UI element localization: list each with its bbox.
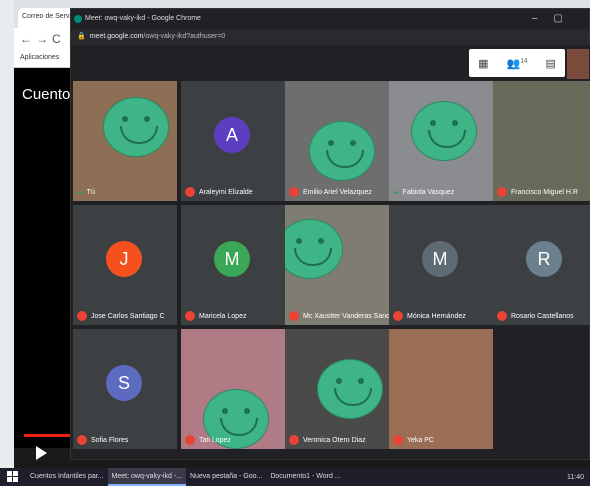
participant-name-label: Jose Carlos Santiago C — [77, 311, 165, 321]
participant-name-label: Francisco Miguel H.R — [497, 187, 578, 197]
participant-name: Tati Lopez — [199, 436, 231, 444]
taskbar-item-cuentos[interactable]: Cuentos Infantiles par... — [26, 468, 108, 486]
participant-tile[interactable]: Veronica Otero Diaz — [285, 329, 389, 449]
mic-muted-icon — [77, 311, 87, 321]
participant-tile[interactable]: Yeka PC — [389, 329, 493, 449]
participant-name-label: Maricela Lopez — [185, 311, 246, 321]
mic-muted-icon — [497, 311, 507, 321]
meet-window-title: Meet: owq-vaky-ikd - Google Chrome — [85, 15, 201, 22]
participant-name: Araleymi Elizalde — [199, 188, 253, 196]
smiley-face-icon — [317, 359, 383, 419]
mic-active-icon: ▪▪ — [393, 188, 399, 197]
background-page — [14, 68, 74, 448]
taskbar-item-meet[interactable]: Meet: owq-vaky-ikd -... — [107, 468, 186, 486]
participant-name: Tú — [86, 189, 95, 196]
system-clock[interactable]: 11:40 — [567, 474, 590, 481]
url-host: meet.google.com — [89, 33, 144, 40]
participant-avatar: J — [106, 241, 142, 277]
meet-favicon-icon — [74, 15, 82, 23]
participant-name: Fabiola Vasquez — [402, 189, 455, 196]
participant-count: 14 — [520, 57, 528, 64]
participant-avatar: S — [106, 365, 142, 401]
mic-muted-icon — [289, 187, 299, 197]
apps-bookmark[interactable]: Aplicaciones — [20, 54, 59, 61]
windows-start-icon[interactable] — [6, 470, 20, 484]
meet-toolbar: ▦ 👥14 ▤ — [469, 49, 565, 77]
participant-tile[interactable]: A Araleymi Elizalde — [181, 81, 285, 201]
participant-name: Francisco Miguel H.R — [511, 188, 578, 196]
participant-video — [493, 81, 590, 201]
mic-active-icon: ▪▪ — [77, 188, 83, 197]
participant-name-label: Araleymi Elizalde — [185, 187, 253, 197]
mic-muted-icon — [393, 435, 403, 445]
mic-muted-icon — [185, 435, 195, 445]
participant-tile[interactable]: Mc Xaustter Vanderas Sanch... — [285, 205, 389, 325]
smiley-face-icon — [103, 97, 169, 157]
participant-name: Rosario Castellanos — [511, 312, 574, 320]
participant-tile[interactable]: R Rosario Castellanos — [493, 205, 590, 325]
mic-muted-icon — [185, 187, 195, 197]
participant-avatar: R — [526, 241, 562, 277]
taskbar-item-word[interactable]: Documento1 - Word ... — [266, 468, 344, 486]
address-bar[interactable]: 🔒 meet.google.com/owq-vaky-ikd?authuser=0 — [71, 29, 589, 45]
self-view-thumbnail[interactable] — [567, 49, 589, 79]
participant-tile[interactable]: Francisco Miguel H.R — [493, 81, 590, 201]
participant-avatar: M — [422, 241, 458, 277]
smiley-face-icon — [411, 101, 477, 161]
mic-muted-icon — [289, 435, 299, 445]
participant-avatar: A — [214, 117, 250, 153]
url-path: /owq-vaky-ikd?authuser=0 — [143, 33, 226, 40]
taskbar-item-new-tab[interactable]: Nueva pestaña - Goo... — [186, 468, 266, 486]
participant-name-label: Sofia Flores — [77, 435, 128, 445]
mic-muted-icon — [185, 311, 195, 321]
participant-video — [389, 329, 493, 449]
participant-name-label: Emilio Ariel Velazquez — [289, 187, 372, 197]
mic-muted-icon — [497, 187, 507, 197]
people-icon[interactable]: 👥14 — [507, 57, 527, 70]
participant-tile[interactable]: ▪▪ Fabiola Vasquez — [389, 81, 493, 201]
lock-icon: 🔒 — [77, 33, 86, 40]
participant-name: Sofia Flores — [91, 436, 129, 444]
taskbar: Cuentos Infantiles par... Meet: owq-vaky… — [0, 468, 590, 486]
participant-tile[interactable]: Emilio Ariel Velazquez — [285, 81, 389, 201]
participant-tile[interactable]: S Sofia Flores — [73, 329, 177, 449]
participant-name: Veronica Otero Diaz — [303, 436, 366, 444]
participant-tile[interactable]: M Maricela Lopez — [181, 205, 285, 325]
participant-name: Mónica Hernández — [407, 312, 466, 320]
participant-name: Emilio Ariel Velazquez — [303, 188, 372, 196]
mic-muted-icon — [289, 311, 299, 321]
participant-name-label: ▪▪ Tú — [77, 188, 95, 197]
chat-icon[interactable]: ▤ — [545, 57, 555, 70]
participant-name: Yeka PC — [407, 436, 434, 444]
participant-name: Jose Carlos Santiago C — [91, 312, 165, 320]
participant-avatar: M — [214, 241, 250, 277]
meet-window: Meet: owq-vaky-ikd - Google Chrome –▢ 🔒 m… — [70, 8, 590, 460]
mic-muted-icon — [77, 435, 87, 445]
participant-name-label: Rosario Castellanos — [497, 311, 574, 321]
participant-name-label: Mónica Hernández — [393, 311, 466, 321]
grid-icon[interactable]: ▦ — [478, 57, 488, 70]
participant-tile[interactable]: M Mónica Hernández — [389, 205, 493, 325]
window-controls[interactable]: –▢ — [532, 13, 579, 24]
smiley-face-icon — [309, 121, 375, 181]
mic-muted-icon — [393, 311, 403, 321]
participant-name-label: ▪▪ Fabiola Vasquez — [393, 188, 454, 197]
play-icon[interactable] — [36, 446, 47, 460]
participant-tile[interactable]: Tati Lopez — [181, 329, 285, 449]
meet-titlebar: Meet: owq-vaky-ikd - Google Chrome –▢ — [71, 9, 589, 29]
participant-tile[interactable]: J Jose Carlos Santiago C — [73, 205, 177, 325]
participant-name: Mc Xaustter Vanderas Sanch... — [303, 312, 389, 320]
participant-name-label: Veronica Otero Diaz — [289, 435, 366, 445]
video-progress-bar[interactable] — [24, 434, 72, 437]
participant-name-label: Tati Lopez — [185, 435, 231, 445]
participant-tile[interactable]: ▪▪ Tú — [73, 81, 177, 201]
participant-name-label: Yeka PC — [393, 435, 434, 445]
participant-name: Maricela Lopez — [199, 312, 247, 320]
participant-name-label: Mc Xaustter Vanderas Sanch... — [289, 311, 389, 321]
